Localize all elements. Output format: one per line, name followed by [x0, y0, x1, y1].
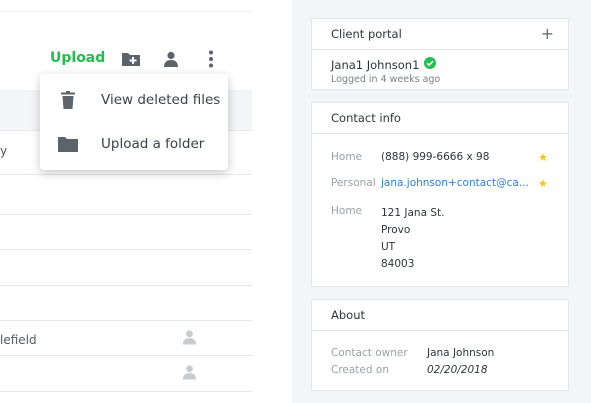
table-row[interactable]: lefield — [0, 321, 252, 356]
menu-item-label: Upload a folder — [101, 136, 205, 152]
star-icon[interactable]: ★ — [538, 177, 548, 190]
row-text: y — [0, 144, 8, 158]
address-line: 121 Jana St. — [381, 207, 445, 219]
upload-button[interactable]: Upload — [50, 50, 105, 66]
verified-check-icon — [424, 57, 437, 72]
folder-icon — [58, 134, 78, 154]
menu-item-label: View deleted files — [101, 92, 221, 108]
card-header: About — [312, 300, 568, 331]
row-text: lefield — [0, 333, 37, 347]
email-type: Personal — [331, 177, 376, 189]
portal-user-name: Jana1 Johnson1 — [331, 57, 420, 72]
email-link[interactable]: jana.johnson+contact@ca... — [381, 177, 529, 189]
contact-info-card: Contact info Home (888) 999-6666 x 98 ★ … — [311, 102, 569, 287]
table-row[interactable] — [0, 215, 252, 250]
table-row[interactable] — [0, 286, 252, 321]
add-icon[interactable]: + — [541, 24, 554, 43]
address-line: 84003 — [381, 258, 415, 270]
address-line: Provo — [381, 224, 411, 236]
table-row[interactable] — [0, 175, 252, 215]
new-folder-icon[interactable] — [120, 48, 142, 70]
person-icon[interactable] — [160, 48, 182, 70]
about-card: About Contact owner Jana Johnson Created… — [311, 299, 569, 391]
table-row[interactable] — [0, 356, 252, 392]
portal-user: Jana1 Johnson1 — [331, 57, 437, 72]
top-divider — [0, 0, 252, 12]
card-header: Contact info — [312, 103, 568, 134]
person-icon — [182, 364, 197, 384]
card-header: Client portal + — [312, 19, 568, 50]
menu-item-view-deleted-files[interactable]: View deleted files — [40, 78, 228, 122]
owner-value[interactable]: Jana Johnson — [427, 347, 494, 359]
card-title: About — [331, 308, 366, 322]
star-icon[interactable]: ★ — [538, 151, 548, 164]
card-title: Client portal — [331, 27, 402, 41]
created-label: Created on — [331, 364, 389, 376]
phone-type: Home — [331, 151, 363, 163]
card-title: Contact info — [331, 111, 401, 125]
client-portal-card: Client portal + Jana1 Johnson1 Logged in… — [311, 18, 569, 90]
trash-icon — [58, 90, 78, 110]
files-pane: Upload y lefield View deleted files Uplo… — [0, 0, 252, 403]
contact-sidebar: Client portal + Jana1 Johnson1 Logged in… — [292, 0, 591, 403]
more-options-menu: View deleted files Upload a folder — [40, 74, 228, 170]
table-row[interactable] — [0, 250, 252, 286]
phone-value[interactable]: (888) 999-6666 x 98 — [381, 151, 489, 163]
address-line: UT — [381, 241, 396, 253]
portal-login-status: Logged in 4 weeks ago — [331, 74, 441, 85]
created-value: 02/20/2018 — [427, 364, 488, 376]
address-type: Home — [331, 205, 363, 217]
menu-item-upload-folder[interactable]: Upload a folder — [40, 122, 228, 166]
owner-label: Contact owner — [331, 347, 408, 359]
address-value: 121 Jana St. Provo UT 84003 — [381, 205, 444, 273]
person-icon — [182, 329, 197, 349]
more-options-icon[interactable] — [200, 48, 222, 70]
